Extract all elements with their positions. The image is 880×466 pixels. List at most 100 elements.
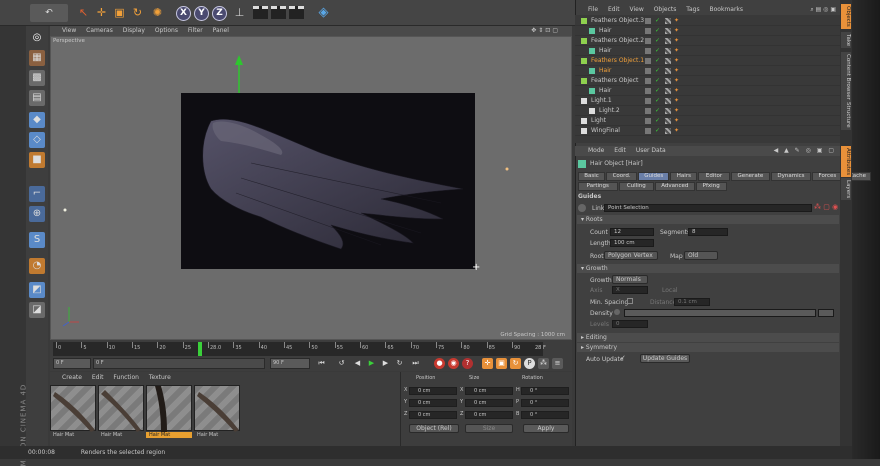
point-level-key-button[interactable]: ⁂: [538, 358, 549, 369]
material-menu-texture[interactable]: Texture: [149, 374, 171, 381]
goto-next-key-button[interactable]: ↻: [394, 358, 405, 369]
next-frame-button[interactable]: ▶: [380, 358, 391, 369]
object-tag-icon[interactable]: [665, 118, 671, 124]
om-menu-view[interactable]: View: [630, 6, 644, 13]
object-row[interactable]: Hair ✓ ✦: [575, 46, 840, 56]
object-tag-icon[interactable]: ✦: [674, 46, 679, 56]
viewport-nav-icons[interactable]: ✥⇕⊡▢: [531, 26, 560, 36]
rot-h-field[interactable]: 0 °: [521, 387, 569, 395]
object-tag-icon[interactable]: [665, 88, 671, 94]
keyframe-selection-button[interactable]: ?: [462, 358, 473, 369]
z-axis-lock-button[interactable]: Z: [212, 6, 227, 21]
viewport-menu-display[interactable]: Display: [123, 27, 145, 34]
viewport-menu-filter[interactable]: Filter: [188, 27, 203, 34]
rotation-key-button[interactable]: ↻: [510, 358, 521, 369]
count-field[interactable]: 12: [610, 228, 654, 236]
om-search-icon[interactable]: ⌕ ▤ ◎ ▣: [810, 5, 836, 15]
update-guides-button[interactable]: Update Guides: [640, 354, 690, 363]
y-axis-arrow[interactable]: [235, 55, 243, 65]
link-field[interactable]: Point Selection: [604, 204, 812, 212]
am-menu-userdata[interactable]: User Data: [636, 147, 666, 154]
object-row[interactable]: Hair ✓ ✦: [575, 86, 840, 96]
record-keys-button[interactable]: ●: [434, 358, 445, 369]
object-enabled-icon[interactable]: ✓: [655, 86, 660, 96]
snap-icon[interactable]: S: [29, 232, 45, 248]
material-swatch-selected[interactable]: [146, 385, 192, 432]
lock-workplane-icon[interactable]: ◩: [29, 282, 45, 298]
object-tag-icon[interactable]: ✦: [674, 96, 679, 106]
object-tag-icon[interactable]: [665, 18, 671, 24]
object-enabled-icon[interactable]: ✓: [655, 56, 660, 66]
goto-start-button[interactable]: ⏮: [316, 358, 327, 369]
prev-frame-button[interactable]: ◀: [352, 358, 363, 369]
material-menu-create[interactable]: Create: [62, 374, 82, 381]
timeline-playhead[interactable]: [197, 342, 202, 356]
attribute-tab-basic[interactable]: Basic: [578, 172, 605, 181]
attribute-tab-coord[interactable]: Coord.: [606, 172, 638, 181]
object-row[interactable]: Light.2 ✓ ✦: [575, 106, 840, 116]
viewport-menu-options[interactable]: Options: [155, 27, 178, 34]
attribute-tab-advanced[interactable]: Advanced: [655, 182, 695, 191]
object-visibility-icon[interactable]: [645, 88, 651, 94]
side-tab-objects[interactable]: Objects: [841, 4, 851, 29]
am-menu-edit[interactable]: Edit: [614, 147, 626, 154]
rot-p-field[interactable]: 0 °: [521, 399, 569, 407]
object-tag-icon[interactable]: ✦: [674, 116, 679, 126]
object-visibility-icon[interactable]: [645, 108, 651, 114]
select-tool-icon[interactable]: ↖: [76, 5, 91, 21]
tweak-mode-icon[interactable]: ⊕: [29, 206, 45, 222]
object-visibility-icon[interactable]: [645, 38, 651, 44]
object-tag-icon[interactable]: [665, 128, 671, 134]
object-visibility-icon[interactable]: [645, 58, 651, 64]
density-toggle-icon[interactable]: [614, 309, 620, 315]
object-row[interactable]: Hair ✓ ✦: [575, 26, 840, 36]
object-tag-icon[interactable]: [665, 38, 671, 44]
parameter-key-button[interactable]: P: [524, 358, 535, 369]
om-menu-file[interactable]: File: [588, 6, 598, 13]
roots-section-header[interactable]: ▾ Roots: [577, 215, 839, 224]
pos-z-field[interactable]: 0 cm: [409, 411, 457, 419]
polygons-mode-icon[interactable]: ■: [29, 152, 45, 168]
current-frame-field[interactable]: 0 F: [53, 358, 91, 369]
material-swatch[interactable]: [50, 385, 96, 432]
segments-field[interactable]: 8: [688, 228, 728, 236]
object-enabled-icon[interactable]: ✓: [655, 126, 660, 136]
viewport-menu-view[interactable]: View: [62, 27, 76, 34]
auto-update-checkbox[interactable]: ✓: [620, 354, 626, 362]
object-visibility-icon[interactable]: [645, 48, 651, 54]
attribute-tab-dynamics[interactable]: Dynamics: [771, 172, 811, 181]
end-frame-field[interactable]: 90 F: [270, 358, 310, 369]
object-tag-icon[interactable]: ✦: [674, 16, 679, 26]
object-enabled-icon[interactable]: ✓: [655, 106, 660, 116]
object-tag-icon[interactable]: ✦: [674, 126, 679, 136]
object-visibility-icon[interactable]: [645, 18, 651, 24]
object-row[interactable]: Feathers Object.3 ✓ ✦: [575, 16, 840, 26]
growth-select[interactable]: Normals: [612, 275, 648, 284]
attribute-tab-guides[interactable]: Guides: [638, 172, 670, 181]
object-enabled-icon[interactable]: ✓: [655, 66, 660, 76]
side-tab-attributes[interactable]: Attributes: [841, 146, 851, 178]
symmetry-section-header[interactable]: ▸ Symmetry: [577, 343, 839, 352]
object-enabled-icon[interactable]: ✓: [655, 116, 660, 126]
goto-prev-key-button[interactable]: ↺: [336, 358, 347, 369]
density-menu-button[interactable]: [818, 309, 834, 317]
rotate-tool-icon[interactable]: ↻: [130, 5, 145, 21]
object-visibility-icon[interactable]: [645, 68, 651, 74]
object-tag-icon[interactable]: ✦: [674, 26, 679, 36]
size-z-field[interactable]: 0 cm: [465, 411, 513, 419]
move-tool-icon[interactable]: ✛: [94, 5, 109, 21]
render-region[interactable]: [181, 93, 475, 269]
object-tag-icon[interactable]: ✦: [674, 66, 679, 76]
object-tag-icon[interactable]: ✦: [674, 106, 679, 116]
object-visibility-icon[interactable]: [645, 118, 651, 124]
viewport-menu-panel[interactable]: Panel: [213, 27, 229, 34]
timeline-menu-button[interactable]: ≡: [552, 358, 563, 369]
side-tab-layers[interactable]: Layers: [841, 178, 851, 201]
coordinate-system-icon[interactable]: ⊥: [232, 5, 247, 21]
play-button[interactable]: ▶: [366, 358, 377, 369]
object-enabled-icon[interactable]: ✓: [655, 46, 660, 56]
material-swatch[interactable]: [194, 385, 240, 432]
attribute-tab-partings[interactable]: Partings: [578, 182, 618, 191]
axis-field[interactable]: X: [612, 286, 648, 294]
pos-y-field[interactable]: 0 cm: [409, 399, 457, 407]
